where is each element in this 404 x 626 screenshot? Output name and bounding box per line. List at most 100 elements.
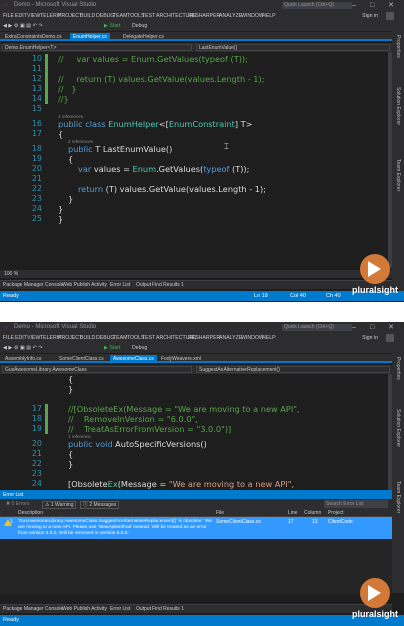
code-line[interactable]: 17 //[ObsoleteEx(Message = "We are moving… — [0, 404, 392, 414]
code-line[interactable]: 12 // return (T) values.GetValue(values.L… — [0, 74, 392, 84]
start-button[interactable]: ▶ Start — [104, 23, 120, 29]
member-dropdown[interactable]: SuggestAnAlternativeReplacement() — [196, 366, 390, 373]
menu-item[interactable]: VIEW — [27, 13, 40, 19]
team-explorer-tab[interactable]: Team Explorer — [395, 159, 401, 191]
solution-explorer-tab[interactable]: Solution Explorer — [395, 409, 401, 447]
code-line[interactable]: 20 public void AutoSpecificVersions() — [0, 439, 392, 449]
tool-window-tab[interactable]: Package Manager Console — [3, 282, 63, 289]
menu-item[interactable]: TEST — [142, 13, 155, 19]
tool-window-tab[interactable]: Error List — [110, 606, 130, 613]
document-tab[interactable]: EnumHelper.cs — [70, 33, 110, 41]
code-line[interactable]: 23 — [0, 469, 392, 479]
menu-item[interactable]: BUILD — [80, 13, 95, 19]
code-line[interactable]: 20 var values = Enum.GetValues(typeof (T)… — [0, 164, 392, 174]
code-line[interactable]: 11 — [0, 64, 392, 74]
window-controls[interactable]: ‒ □ ✕ — [352, 1, 400, 9]
menu-item[interactable]: RESHARPER — [188, 13, 220, 19]
code-line[interactable]: 24} — [0, 204, 392, 214]
type-dropdown[interactable]: Demo.EnumHelper<T> — [2, 44, 192, 51]
start-button[interactable]: ▶ Start — [104, 345, 120, 351]
tool-window-tab[interactable]: Error List — [110, 282, 130, 289]
solution-explorer-tab[interactable]: Solution Explorer — [395, 87, 401, 125]
code-line[interactable]: 25} — [0, 214, 392, 224]
code-line[interactable]: 19 // TreatAsErrorFromVersion = "3.0.0")] — [0, 424, 392, 434]
messages-filter[interactable]: ⓘ 2 Messages — [80, 501, 120, 509]
column-file[interactable]: File — [216, 510, 224, 516]
tool-window-tab[interactable]: Package Manager Console — [3, 606, 63, 613]
type-dropdown[interactable]: GusAwesomeLibrary.AwesomeClass — [2, 366, 192, 373]
menu-item[interactable]: ANALYZE — [219, 13, 242, 19]
sign-in-link[interactable]: Sign in — [362, 13, 378, 19]
tool-window-tab[interactable]: Web Publish Activity — [62, 282, 107, 289]
column-project[interactable]: Project — [328, 510, 344, 516]
document-tab[interactable]: AwesomeClass.cs — [110, 355, 157, 363]
code-line[interactable]: 22 return (T) values.GetValue(values.Leng… — [0, 184, 392, 194]
document-tab[interactable]: DelegateHelper.cs — [120, 33, 167, 41]
properties-tab[interactable]: Properties — [395, 357, 401, 380]
column-description[interactable]: Description — [18, 510, 43, 516]
menu-item[interactable]: DEBUG — [96, 13, 114, 19]
menu-item[interactable]: PROJECT — [58, 335, 82, 341]
configuration-dropdown[interactable]: Debug — [132, 345, 147, 351]
menu-item[interactable]: VIEW — [27, 335, 40, 341]
error-list-search[interactable]: Search Error List — [324, 500, 388, 508]
code-editor[interactable]: 10 // var values = Enum.GetValues(typeof … — [0, 52, 392, 268]
member-dropdown[interactable]: LastEnumValue() — [196, 44, 390, 51]
tool-window-tab[interactable]: Find Results 1 — [152, 282, 184, 289]
code-line[interactable]: { — [0, 374, 392, 384]
menu-item[interactable]: WINDOW — [241, 335, 264, 341]
menu-item[interactable]: RESHARPER — [188, 335, 220, 341]
zoom-level[interactable]: 100 % — [4, 271, 18, 277]
code-line[interactable]: 18 public T LastEnumValue() — [0, 144, 392, 154]
sign-in-link[interactable]: Sign in — [362, 335, 378, 341]
menu-item[interactable]: EDIT — [15, 13, 27, 19]
menu-item[interactable]: FILE — [3, 335, 14, 341]
code-line[interactable]: 14 //} — [0, 94, 392, 104]
menu-item[interactable]: EDIT — [15, 335, 27, 341]
column-column[interactable]: Column — [304, 510, 321, 516]
back-forward-icon[interactable]: ◀ ▶ ⚙ ▣ ▤ ↶ ↷ — [3, 345, 43, 351]
code-line[interactable]: } — [0, 384, 392, 394]
menu-item[interactable]: HELP — [262, 13, 276, 19]
code-line[interactable]: 23} — [0, 194, 392, 204]
tool-window-tab[interactable]: Output — [136, 606, 151, 613]
code-line[interactable]: 15 — [0, 104, 392, 114]
quick-launch-input[interactable]: Quick Launch (Ctrl+Q) — [282, 2, 352, 9]
document-tab[interactable]: ExtraConstraintsDemo.cs — [2, 33, 65, 41]
menu-item[interactable]: BUILD — [80, 335, 95, 341]
window-controls[interactable]: ‒ □ ✕ — [352, 323, 400, 331]
menu-item[interactable]: ANALYZE — [219, 335, 242, 341]
code-line[interactable]: 19 { — [0, 154, 392, 164]
error-list-row[interactable]: 1 'GusAwesomeLibrary.AwesomeClass.Sugges… — [0, 517, 392, 539]
code-line[interactable] — [0, 394, 392, 404]
quick-launch-input[interactable]: Quick Launch (Ctrl+Q) — [282, 324, 352, 331]
document-tab[interactable]: SomeClientClass.cs — [56, 355, 107, 363]
tool-window-tab[interactable]: Web Publish Activity — [62, 606, 107, 613]
code-line[interactable]: 22} — [0, 459, 392, 469]
code-line[interactable]: 24 [ObsoleteEx(Message = "We are moving t… — [0, 479, 392, 489]
code-line[interactable]: 21 — [0, 174, 392, 184]
avatar[interactable] — [386, 12, 394, 20]
menu-item[interactable]: FILE — [3, 13, 14, 19]
code-line[interactable]: 21 { — [0, 449, 392, 459]
code-line[interactable]: 16 public class EnumHelper<[EnumConstrain… — [0, 119, 392, 129]
code-line[interactable]: 13 // } — [0, 84, 392, 94]
column-line[interactable]: Line — [288, 510, 297, 516]
code-line[interactable]: 18 // RemoveInVersion = "6.0.0", — [0, 414, 392, 424]
warnings-filter[interactable]: ⚠ 1 Warning — [42, 501, 77, 509]
menu-item[interactable]: DEBUG — [96, 335, 114, 341]
configuration-dropdown[interactable]: Debug — [132, 23, 147, 29]
back-forward-icon[interactable]: ◀ ▶ ⚙ ▣ ▤ ↶ ↷ — [3, 23, 43, 29]
team-explorer-tab[interactable]: Team Explorer — [395, 481, 401, 513]
menu-item[interactable]: TEAM — [113, 335, 127, 341]
errors-filter[interactable]: ✖ 0 Errors — [4, 501, 31, 507]
tool-window-tab[interactable]: Find Results 1 — [152, 606, 184, 613]
document-tab[interactable]: FodyWeavers.xml — [158, 355, 204, 363]
tool-window-tab[interactable]: Output — [136, 282, 151, 289]
menu-item[interactable]: WINDOW — [241, 13, 264, 19]
properties-tab[interactable]: Properties — [395, 35, 401, 58]
avatar[interactable] — [386, 334, 394, 342]
menu-item[interactable]: TEAM — [113, 13, 127, 19]
menu-item[interactable]: PROJECT — [58, 13, 82, 19]
document-tab[interactable]: AssemblyInfo.cs — [2, 355, 44, 363]
